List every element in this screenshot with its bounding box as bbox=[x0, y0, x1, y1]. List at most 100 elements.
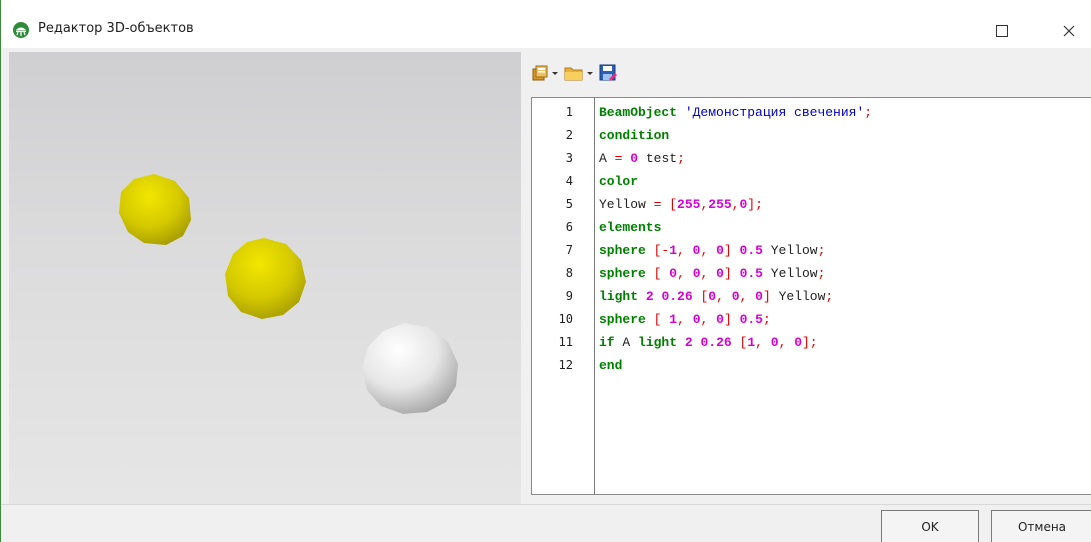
line-number: 4 bbox=[565, 174, 573, 188]
code-line[interactable]: light 2 0.26 [0, 0, 0] Yellow; bbox=[599, 285, 833, 308]
code-token: 0 bbox=[794, 335, 802, 350]
code-token: ; bbox=[817, 243, 826, 258]
line-number-gutter: 1 2 3 4 5 6 7 8 9 10 11 12 bbox=[532, 98, 595, 494]
code-line[interactable]: elements bbox=[599, 216, 661, 239]
code-line[interactable]: Yellow = [255,255,0]; bbox=[599, 193, 763, 216]
maximize-icon bbox=[996, 25, 1008, 37]
code-token: 0 bbox=[716, 312, 724, 327]
code-token: , bbox=[677, 243, 685, 258]
code-token: 255 bbox=[708, 197, 732, 212]
open-folder-icon bbox=[564, 67, 583, 81]
editor-toolbar bbox=[522, 52, 1091, 92]
code-token: 0 bbox=[770, 335, 779, 350]
code-token: test bbox=[638, 151, 678, 166]
code-token: 0.5 bbox=[739, 312, 763, 327]
maximize-button[interactable] bbox=[979, 14, 1025, 48]
line-number: 2 bbox=[565, 128, 573, 142]
code-token: 0 bbox=[692, 266, 701, 281]
code-token: light bbox=[599, 289, 639, 304]
close-button[interactable] bbox=[1046, 14, 1091, 48]
code-token: if bbox=[599, 335, 615, 350]
code-token: ]; bbox=[802, 335, 818, 350]
code-token: sphere bbox=[599, 243, 646, 258]
code-token: Yellow bbox=[762, 243, 818, 258]
code-token: , bbox=[716, 289, 724, 304]
templates-dropdown[interactable] bbox=[531, 62, 558, 84]
code-line[interactable]: A = 0 test; bbox=[599, 147, 685, 170]
code-token: 0 bbox=[708, 289, 717, 304]
code-line[interactable]: sphere [ 0, 0, 0] 0.5 Yellow; bbox=[599, 262, 825, 285]
code-token: Yellow bbox=[770, 289, 826, 304]
code-line[interactable]: if A light 2 0.26 [1, 0, 0]; bbox=[599, 331, 818, 354]
code-token: , bbox=[677, 266, 685, 281]
code-line[interactable]: sphere [ 1, 0, 0] 0.5; bbox=[599, 308, 771, 331]
save-button[interactable] bbox=[598, 62, 618, 84]
code-line[interactable]: condition bbox=[599, 124, 669, 147]
3d-viewport[interactable] bbox=[9, 52, 521, 504]
code-token: 1 bbox=[669, 243, 678, 258]
code-token: elements bbox=[599, 220, 662, 235]
code-token: light bbox=[638, 335, 678, 350]
code-token: ; bbox=[762, 312, 771, 327]
code-token: A bbox=[614, 335, 639, 350]
code-token: ] bbox=[762, 289, 771, 304]
code-editor[interactable]: 1 2 3 4 5 6 7 8 9 10 11 12 BeamObject 'Демонстрация… bbox=[531, 97, 1091, 495]
code-token: 1 bbox=[747, 335, 756, 350]
line-number: 1 bbox=[565, 105, 573, 119]
line-number: 3 bbox=[565, 151, 573, 165]
code-token: 0 bbox=[731, 289, 740, 304]
code-line[interactable]: color bbox=[599, 170, 638, 193]
code-token: 255 bbox=[677, 197, 701, 212]
open-dropdown[interactable] bbox=[564, 62, 593, 84]
code-token: ] bbox=[723, 243, 732, 258]
button-bar: OK Отмена bbox=[1, 504, 1091, 542]
script-pane: 1 2 3 4 5 6 7 8 9 10 11 12 BeamObject 'Демонстрация… bbox=[522, 52, 1091, 504]
paste-templates-icon bbox=[532, 65, 548, 81]
line-number: 12 bbox=[558, 358, 573, 372]
code-token: A bbox=[599, 151, 615, 166]
code-token: 2 bbox=[684, 335, 693, 350]
code-token: ] bbox=[723, 312, 732, 327]
code-token: 'Демонстрация свечения' bbox=[684, 105, 865, 120]
code-token: 0 bbox=[630, 151, 639, 166]
sphere-2[interactable] bbox=[225, 238, 306, 319]
line-number: 11 bbox=[558, 335, 573, 349]
title-bar[interactable]: Редактор 3D-объектов bbox=[1, 0, 1091, 48]
code-token: Yellow bbox=[599, 197, 654, 212]
code-line[interactable]: end bbox=[599, 354, 622, 377]
cancel-button[interactable]: Отмена bbox=[991, 510, 1091, 542]
sphere-3[interactable] bbox=[362, 323, 458, 414]
code-token: 0 bbox=[716, 243, 724, 258]
code-token: sphere bbox=[599, 312, 646, 327]
line-number: 9 bbox=[565, 289, 573, 303]
code-line[interactable]: sphere [-1, 0, 0] 0.5 Yellow; bbox=[599, 239, 825, 262]
sphere-1[interactable] bbox=[119, 174, 191, 245]
code-token: 0 bbox=[716, 266, 724, 281]
ok-button[interactable]: OK bbox=[881, 510, 979, 542]
code-token: ; bbox=[864, 105, 873, 120]
code-token: [- bbox=[653, 243, 670, 258]
window-title: Редактор 3D-объектов bbox=[38, 21, 194, 36]
code-token: condition bbox=[599, 128, 670, 143]
code-token: Yellow bbox=[762, 266, 818, 281]
code-token: 0 bbox=[755, 289, 763, 304]
line-number: 8 bbox=[565, 266, 573, 280]
code-token: ; bbox=[825, 289, 834, 304]
code-line[interactable]: BeamObject 'Демонстрация свечения'; bbox=[599, 101, 872, 124]
code-token: ; bbox=[817, 266, 826, 281]
app-logo-icon bbox=[13, 22, 29, 38]
open-caret bbox=[587, 71, 593, 75]
